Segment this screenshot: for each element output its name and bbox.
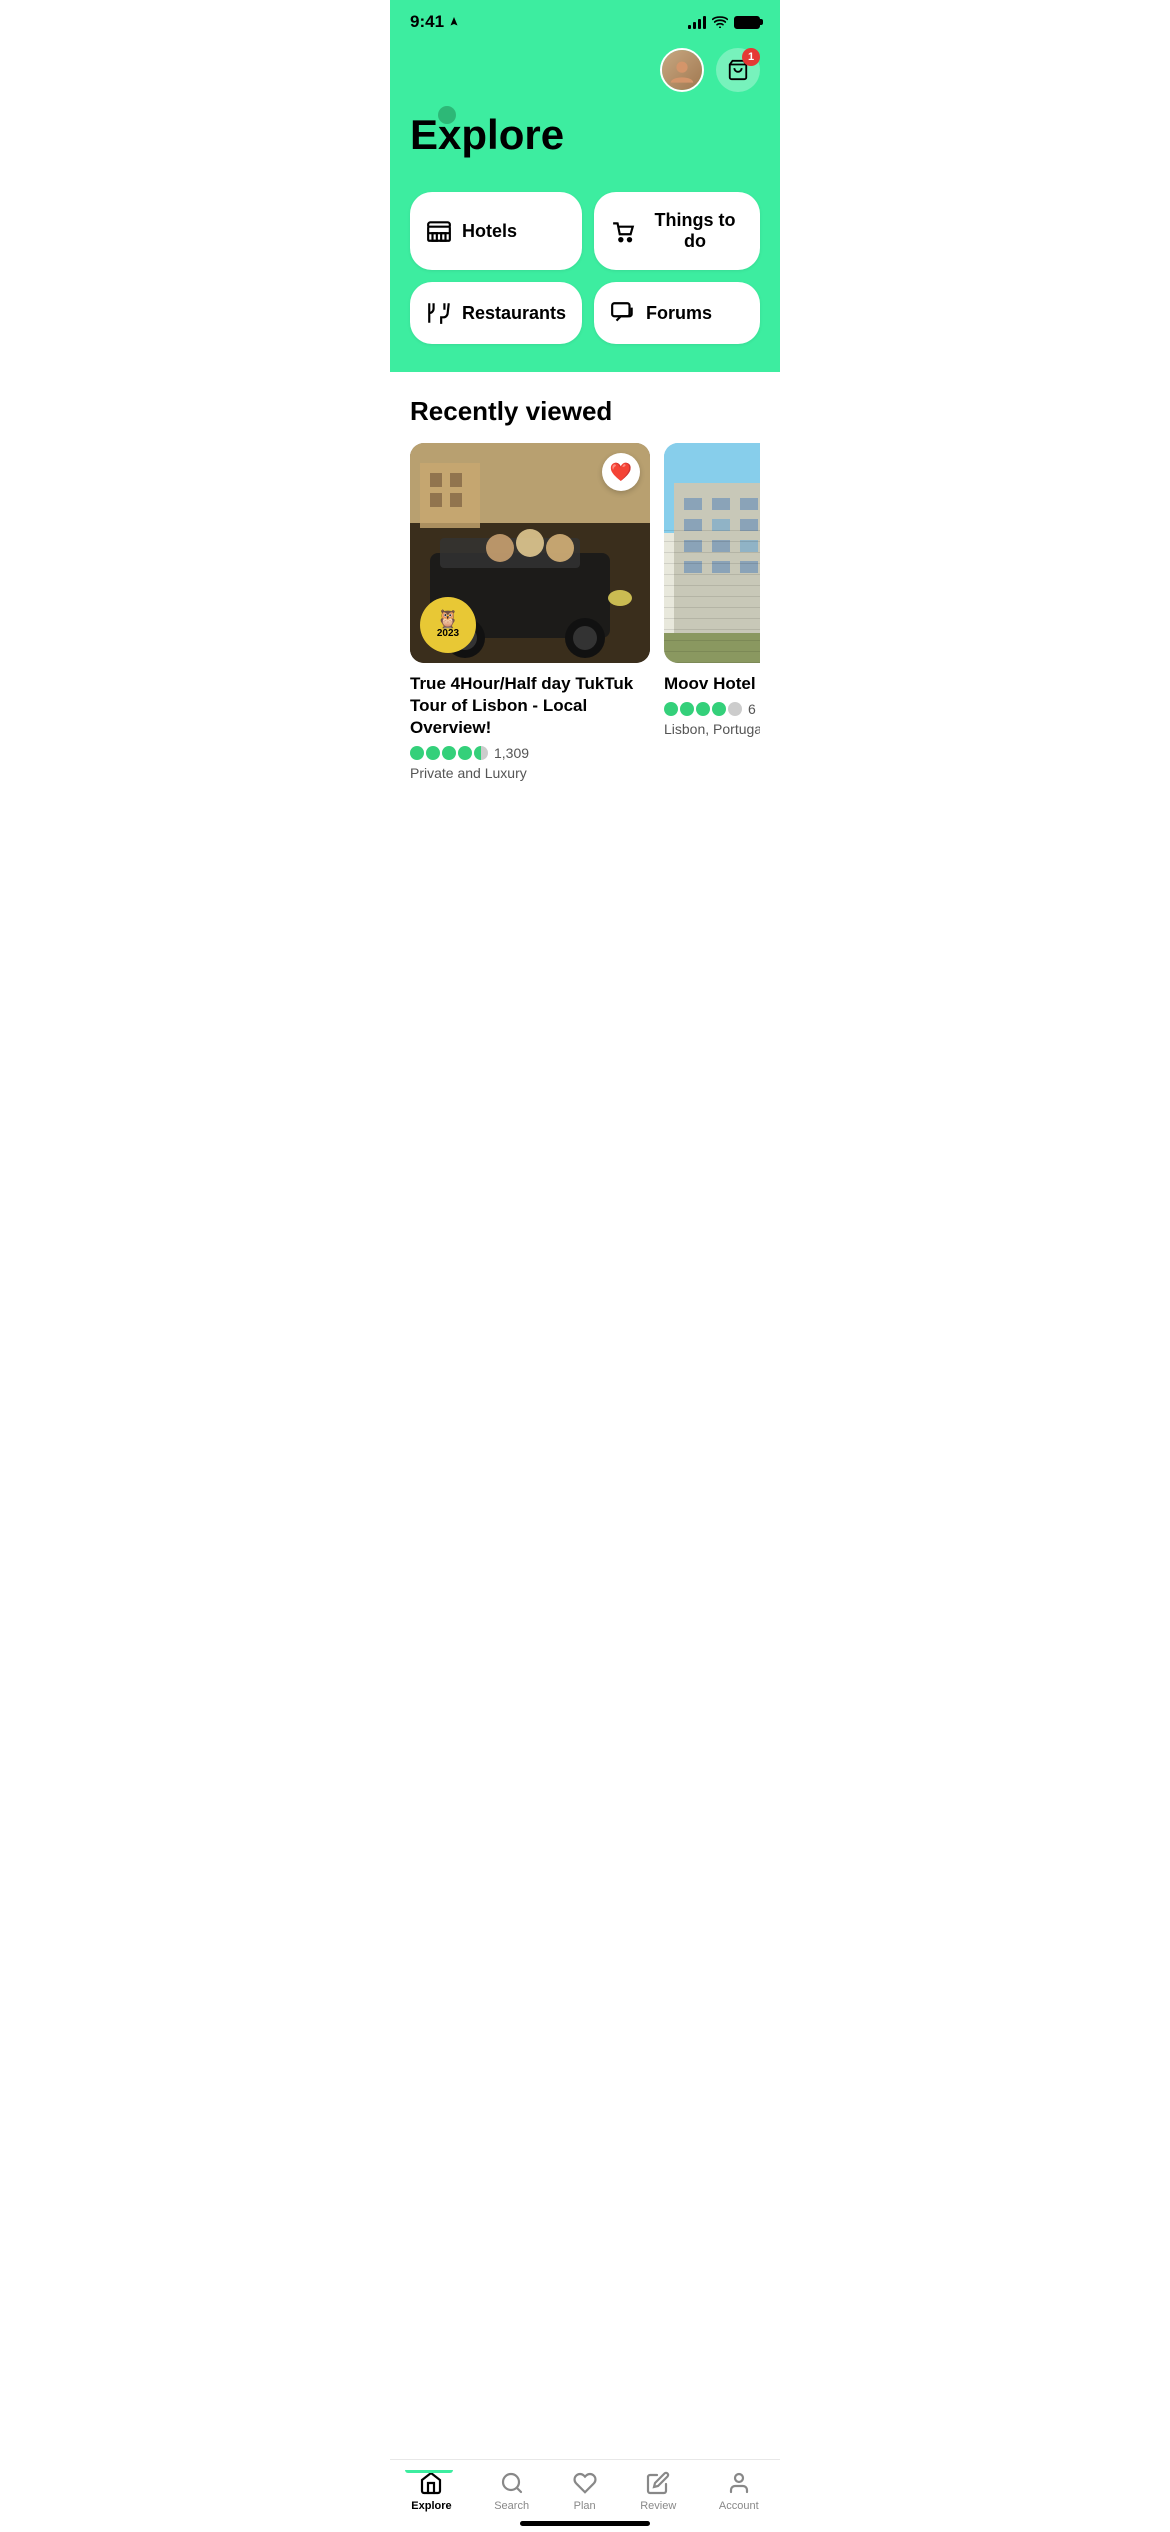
hotel-subtitle: Lisbon, Portugal: [664, 721, 760, 737]
hotels-button[interactable]: Hotels: [410, 192, 582, 270]
account-nav-icon: [726, 2470, 752, 2496]
tuktuk-image: ❤️ 🦉 2023: [410, 443, 650, 663]
search-nav-icon: [499, 2470, 525, 2496]
things-to-do-button[interactable]: Things to do: [594, 192, 760, 270]
tuktuk-subtitle: Private and Luxury: [410, 765, 650, 781]
home-indicator: [520, 2521, 650, 2526]
plan-nav-icon: [572, 2470, 598, 2496]
forums-label: Forums: [646, 303, 712, 324]
status-time: 9:41: [410, 12, 460, 32]
recently-viewed-title: Recently viewed: [410, 396, 760, 427]
forums-icon: [610, 300, 636, 326]
review-nav-label: Review: [640, 2500, 676, 2512]
nav-account[interactable]: Account: [707, 2470, 771, 2512]
explore-nav-icon: [418, 2470, 444, 2496]
location-arrow-icon: [448, 16, 460, 28]
nav-search[interactable]: Search: [482, 2470, 541, 2512]
nav-explore[interactable]: Explore: [399, 2470, 463, 2512]
battery-icon: [734, 16, 760, 29]
hotel-title: Moov Hotel Lisb...: [664, 673, 760, 695]
header-top: 1: [410, 48, 760, 92]
restaurants-icon: [426, 300, 452, 326]
hotel-image: ♡: [664, 443, 760, 663]
search-nav-label: Search: [494, 2500, 529, 2512]
tuktuk-rating: 1,309: [410, 745, 650, 761]
restaurants-label: Restaurants: [462, 303, 566, 324]
tuktuk-title: True 4Hour/Half day TukTuk Tour of Lisbo…: [410, 673, 650, 739]
cart-badge: 1: [742, 48, 760, 66]
avatar[interactable]: [660, 48, 704, 92]
time-display: 9:41: [410, 12, 444, 32]
wifi-icon: [712, 16, 728, 28]
account-nav-label: Account: [719, 2500, 759, 2512]
hotels-label: Hotels: [462, 221, 517, 242]
award-badge-tuktuk: 🦉 2023: [420, 597, 476, 653]
hotel-rating: 6: [664, 701, 760, 717]
nav-review[interactable]: Review: [628, 2470, 688, 2512]
forums-button[interactable]: Forums: [594, 282, 760, 344]
status-bar: 9:41: [390, 0, 780, 40]
nav-plan[interactable]: Plan: [560, 2470, 610, 2512]
tuktuk-stars: [410, 746, 488, 760]
category-grid: Hotels Things to do Restaurants Forums: [390, 176, 780, 372]
things-to-do-icon: [610, 218, 636, 244]
explore-nav-label: Explore: [411, 2500, 451, 2512]
signal-icon: [688, 15, 706, 29]
status-icons: [688, 15, 760, 29]
tuktuk-review-count: 1,309: [494, 745, 529, 761]
hotel-review-count: 6: [748, 701, 756, 717]
header: 1 Explore: [390, 40, 780, 176]
favorite-button-tuktuk[interactable]: ❤️: [602, 453, 640, 491]
review-nav-icon: [645, 2470, 671, 2496]
plan-nav-label: Plan: [574, 2500, 596, 2512]
things-to-do-label: Things to do: [646, 210, 744, 252]
tuktuk-card[interactable]: ❤️ 🦉 2023 True 4Hour/Half day TukTuk Tou…: [410, 443, 650, 781]
recently-viewed-scroll[interactable]: ❤️ 🦉 2023 True 4Hour/Half day TukTuk Tou…: [410, 443, 760, 793]
cart-button[interactable]: 1: [716, 48, 760, 92]
page-title: Explore: [410, 114, 564, 156]
restaurants-button[interactable]: Restaurants: [410, 282, 582, 344]
hotels-icon: [426, 218, 452, 244]
hotel-stars: [664, 702, 742, 716]
moov-hotel-card[interactable]: ♡ Moov Hotel Lisb... 6 Lisbon, Portugal: [664, 443, 760, 781]
main-content: Recently viewed: [390, 372, 780, 793]
